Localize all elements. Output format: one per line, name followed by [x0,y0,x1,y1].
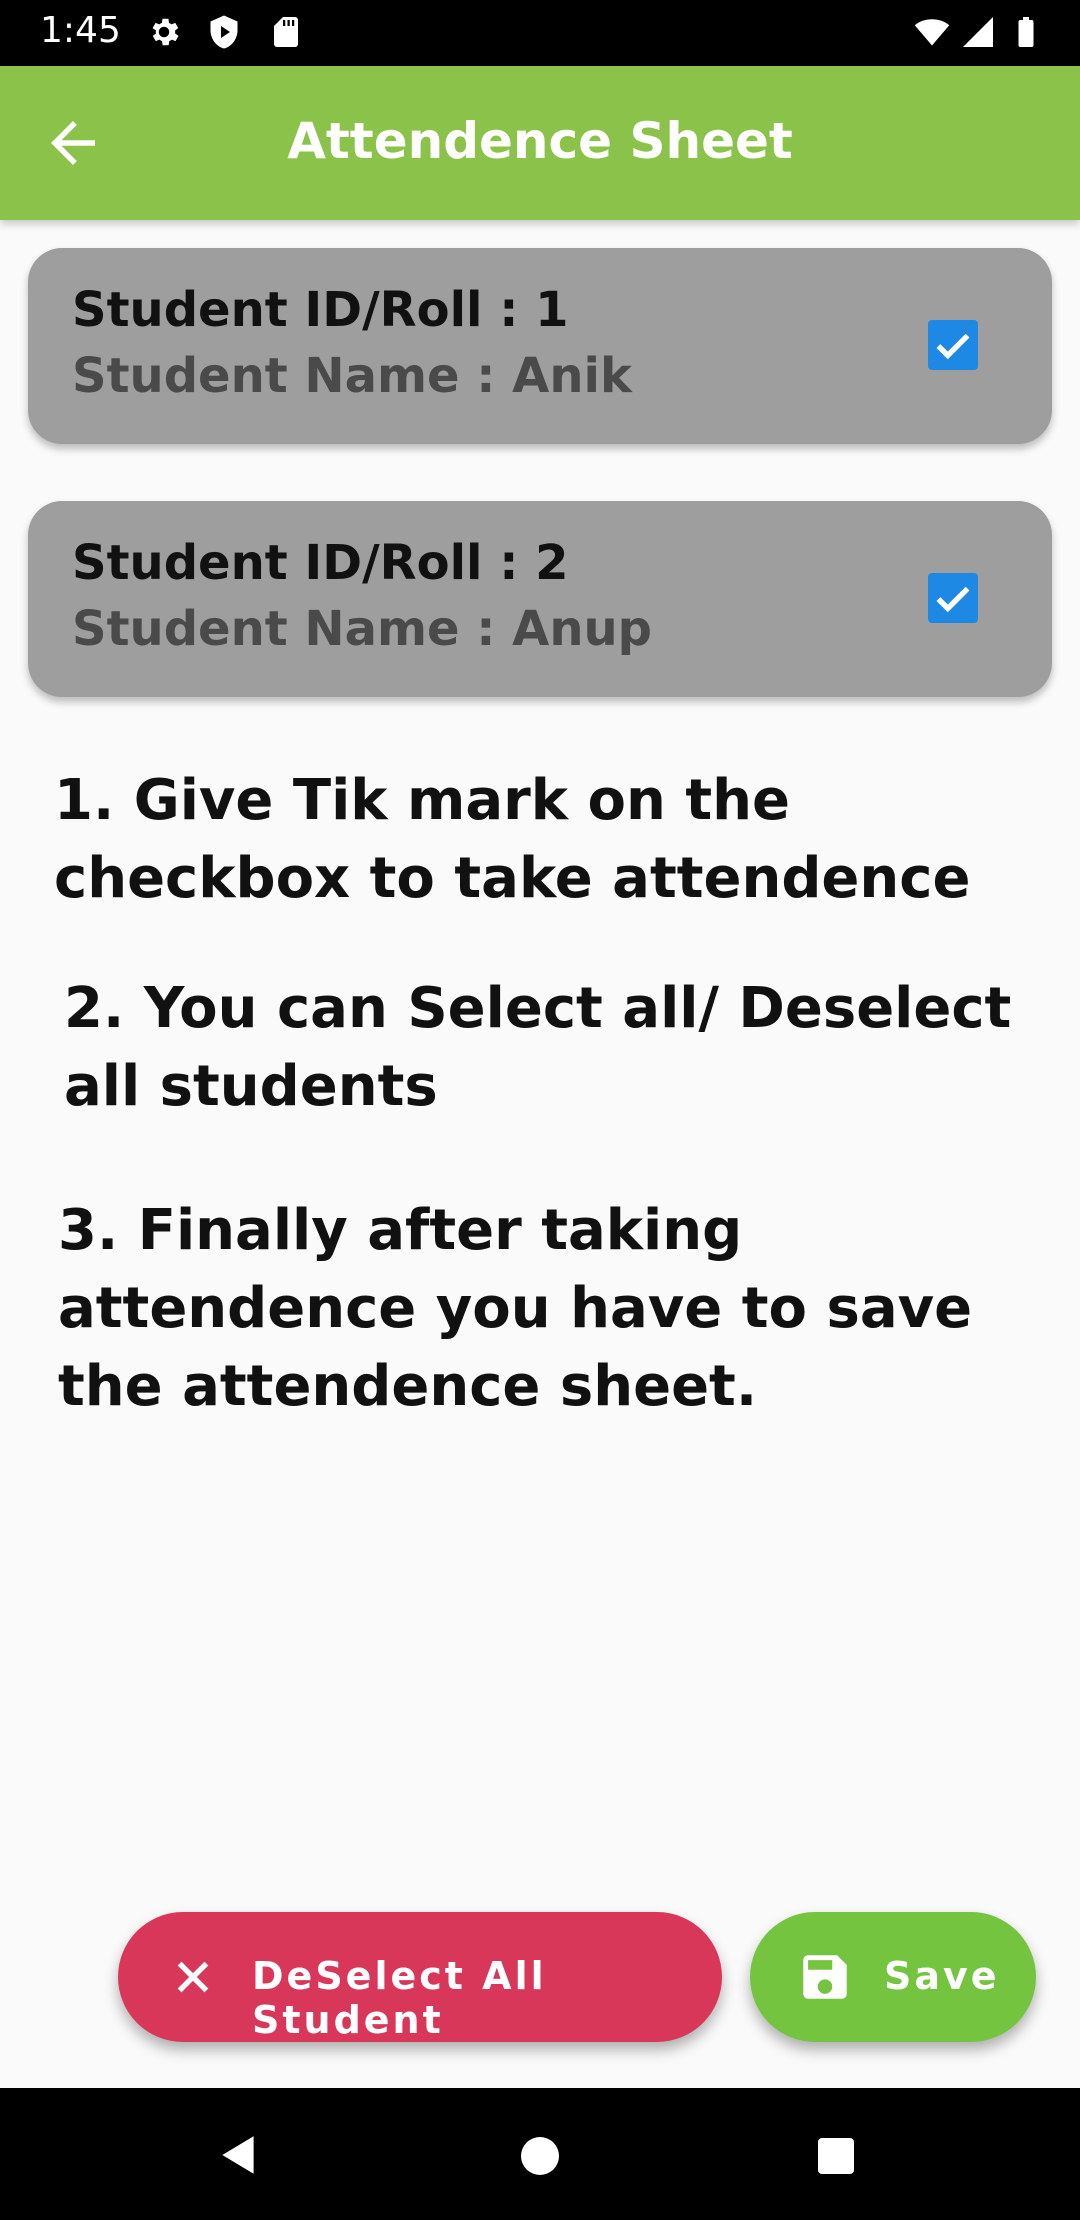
check-icon [936,586,970,613]
student-card: Student ID/Roll : 2 Student Name : Anup [28,501,1052,697]
deselect-all-button[interactable]: DeSelect All Student [118,1912,722,2042]
app-bar: Attendence Sheet [0,66,1080,220]
wifi-icon [914,19,950,46]
save-button[interactable]: Save [750,1912,1036,2042]
system-nav-bar [0,2088,1080,2220]
signal-icon [963,17,993,47]
status-bar: 1:45 [0,0,1080,66]
back-triangle-icon[interactable] [214,2130,264,2180]
student-card: Student ID/Roll : 1 Student Name : Anik [28,248,1052,444]
home-circle-icon[interactable] [516,2132,564,2180]
deselect-all-label: DeSelect All Student [252,1954,547,2042]
floppy-disk-icon [803,1955,847,1999]
instruction-step-2: 2. You can Select all/ Deselect all stud… [64,976,1012,1119]
gear-icon [152,18,179,46]
student-roll: Student ID/Roll : 2 [72,535,569,591]
student-name: Student Name : Anik [72,348,632,404]
shield-play-icon [210,15,238,49]
student-roll: Student ID/Roll : 1 [72,282,569,338]
check-icon [936,333,970,360]
status-time: 1:45 [40,10,121,51]
attendance-checkbox[interactable] [928,573,978,623]
instruction-step-1: 1. Give Tik mark on the checkbox to take… [54,768,971,911]
instruction-step-3: 3. Finally after taking attendence you h… [58,1198,973,1419]
page-title: Attendence Sheet [287,112,793,170]
battery-icon [1018,17,1034,47]
recents-square-icon[interactable] [812,2132,860,2180]
close-icon [177,1961,209,1993]
student-name: Student Name : Anup [72,601,653,657]
attendance-checkbox[interactable] [928,320,978,370]
sd-card-icon [274,17,298,47]
save-label: Save [884,1954,1000,1998]
